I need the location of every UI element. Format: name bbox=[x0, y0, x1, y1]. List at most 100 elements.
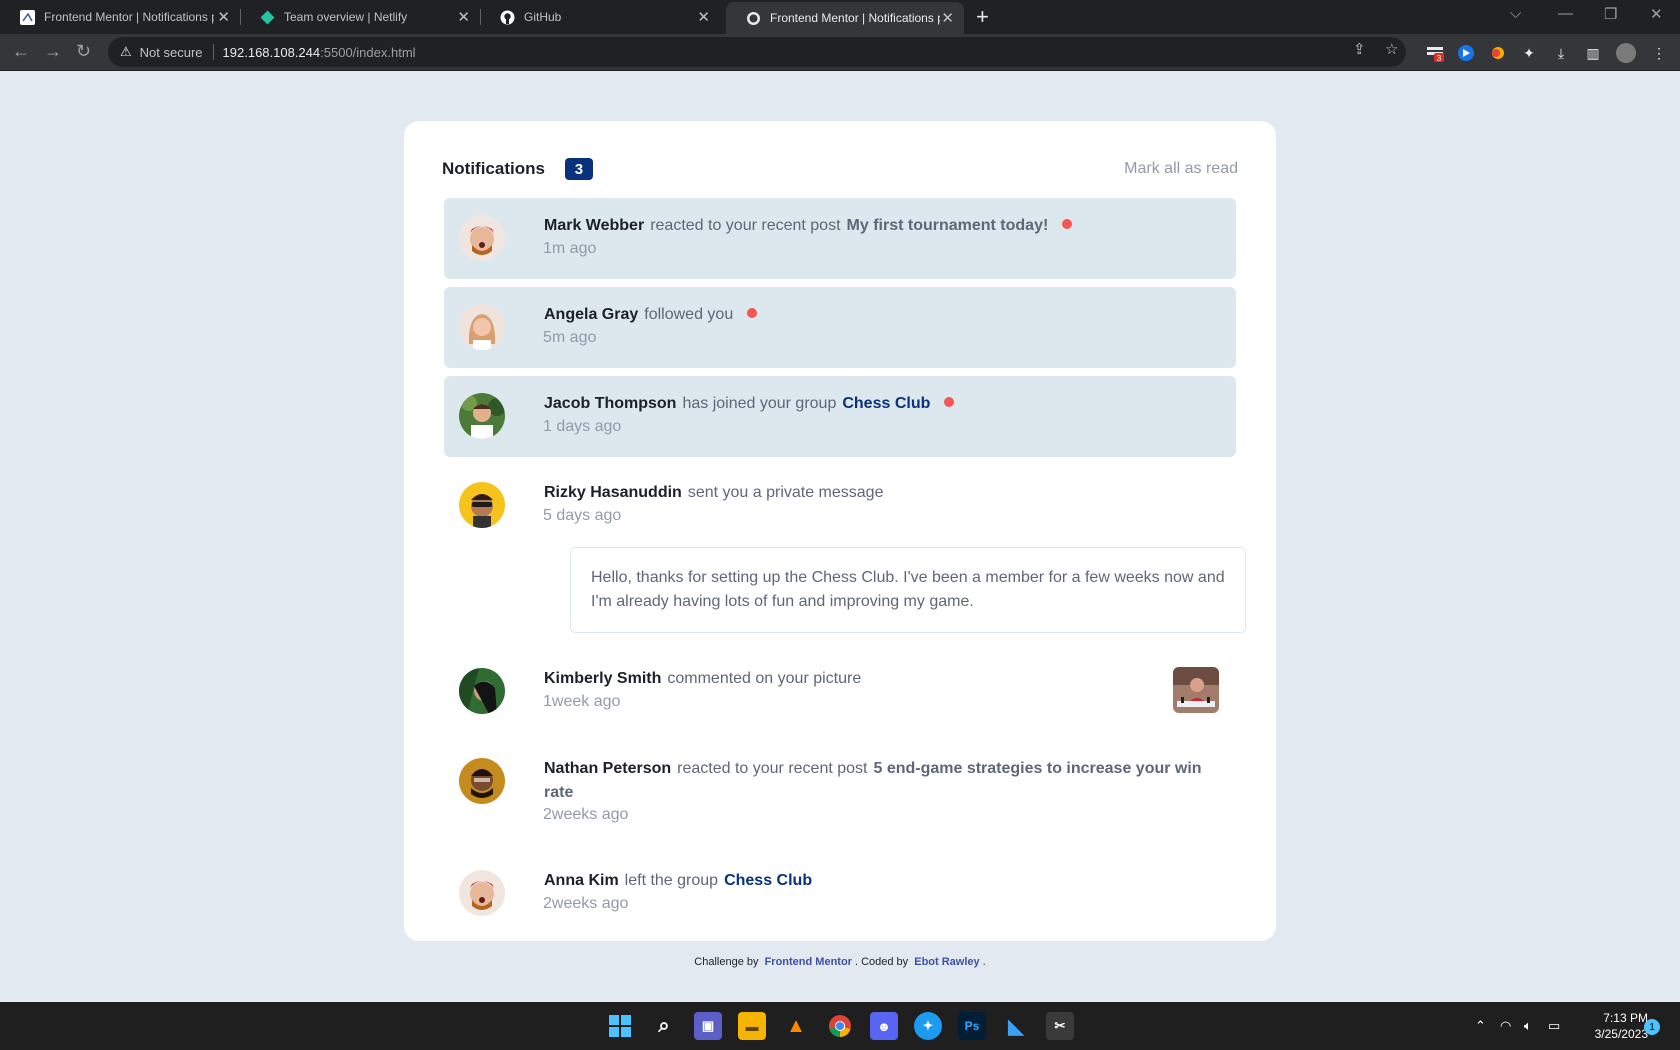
share-icon[interactable]: ⇪ bbox=[1353, 40, 1366, 58]
notification-action: followed you bbox=[644, 306, 734, 323]
photoshop-icon[interactable]: Ps bbox=[958, 1012, 986, 1040]
notification-item[interactable]: Angela Gray followed you 5m ago bbox=[444, 287, 1236, 368]
show-hidden-icons[interactable]: ⌃ bbox=[1475, 1018, 1486, 1034]
notification-item[interactable]: Jacob Thompson has joined your group Chess… bbox=[444, 376, 1236, 457]
tab-frontend-mentor-1[interactable]: Frontend Mentor | Notifications p ✕ bbox=[0, 0, 240, 34]
notification-item[interactable]: Nathan Peterson reacted to your recent po… bbox=[444, 741, 1236, 845]
notification-text: Kimberly Smith commented on your picture bbox=[544, 667, 1206, 691]
notification-time: 1week ago bbox=[543, 693, 621, 710]
window-close-icon[interactable]: ✕ bbox=[1650, 5, 1663, 23]
discord-icon[interactable]: ☻ bbox=[870, 1012, 898, 1040]
user-name[interactable]: Nathan Peterson bbox=[544, 760, 671, 777]
notification-action: sent you a private message bbox=[687, 484, 884, 501]
user-name[interactable]: Angela Gray bbox=[544, 306, 638, 323]
tab-title: GitHub bbox=[524, 10, 562, 24]
footer-text: . Coded by bbox=[854, 956, 909, 968]
avatar[interactable] bbox=[459, 482, 505, 528]
group-link[interactable]: Chess Club bbox=[842, 395, 930, 412]
private-message[interactable]: Hello, thanks for setting up the Chess C… bbox=[570, 547, 1246, 633]
notification-time: 2weeks ago bbox=[543, 806, 629, 823]
post-link[interactable]: My first tournament today! bbox=[847, 217, 1049, 234]
author-link[interactable]: Ebot Rawley bbox=[914, 956, 979, 968]
extension-icon[interactable]: 3 bbox=[1426, 44, 1444, 62]
notification-action: reacted to your recent post bbox=[650, 217, 841, 234]
notification-action: left the group bbox=[624, 872, 719, 889]
close-icon[interactable]: ✕ bbox=[697, 8, 710, 26]
tab-title: Frontend Mentor | Notifications p bbox=[770, 11, 940, 25]
menu-icon[interactable]: ⋮ bbox=[1650, 44, 1668, 62]
url-host: 192.168.108.244 bbox=[222, 44, 321, 60]
user-name[interactable]: Anna Kim bbox=[544, 872, 619, 889]
clock-time: 7:13 PM bbox=[1603, 1011, 1648, 1025]
notification-item[interactable]: Rizky Hasanuddin sent you a private messa… bbox=[444, 465, 1246, 652]
avatar[interactable] bbox=[459, 668, 505, 714]
system-clock[interactable]: 7:13 PM 3/25/2023 bbox=[1578, 1010, 1648, 1042]
minimize-icon[interactable]: — bbox=[1558, 5, 1573, 22]
extension-icon[interactable] bbox=[1457, 44, 1475, 62]
volume-icon[interactable]: 🔈︎ bbox=[1524, 1018, 1532, 1034]
side-panel-icon[interactable]: ▥ bbox=[1584, 44, 1602, 62]
notification-item[interactable]: Mark Webber reacted to your recent post My… bbox=[444, 198, 1236, 279]
teams-chat-icon[interactable]: ▣ bbox=[694, 1012, 722, 1040]
frontend-mentor-icon bbox=[20, 9, 35, 25]
warning-icon[interactable]: ⚠ bbox=[120, 44, 132, 60]
tab-frontend-mentor-active[interactable]: Frontend Mentor | Notifications p ✕ bbox=[726, 2, 964, 34]
frontend-mentor-link[interactable]: Frontend Mentor bbox=[765, 956, 852, 968]
avatar[interactable] bbox=[459, 758, 505, 804]
notification-text: Nathan Peterson reacted to your recent po… bbox=[544, 757, 1206, 805]
footer-text: . bbox=[982, 956, 986, 968]
avatar[interactable] bbox=[459, 304, 505, 350]
user-name[interactable]: Mark Webber bbox=[544, 217, 644, 234]
download-icon[interactable]: ⤓ bbox=[1552, 44, 1570, 62]
user-name[interactable]: Kimberly Smith bbox=[544, 670, 661, 687]
bookmark-star-icon[interactable]: ☆ bbox=[1385, 40, 1398, 58]
vscode-icon[interactable]: ◣ bbox=[1002, 1012, 1030, 1040]
group-link[interactable]: Chess Club bbox=[724, 872, 812, 889]
file-explorer-icon[interactable]: ▬ bbox=[738, 1012, 766, 1040]
address-bar[interactable]: ⚠ Not secure 192.168.108.244 :5500/index… bbox=[108, 37, 1406, 67]
new-tab-button[interactable]: + bbox=[976, 4, 989, 30]
notification-text: Anna Kim left the group Chess Club bbox=[544, 869, 1206, 893]
notification-item[interactable]: Anna Kim left the group Chess Club 2weeks … bbox=[444, 853, 1236, 934]
notification-action: has joined your group bbox=[682, 395, 837, 412]
user-name[interactable]: Rizky Hasanuddin bbox=[544, 484, 682, 501]
extension-icon[interactable] bbox=[1489, 44, 1507, 62]
security-status[interactable]: Not secure bbox=[140, 45, 203, 60]
chrome-icon[interactable] bbox=[826, 1012, 854, 1040]
notification-item[interactable]: Kimberly Smith commented on your picture … bbox=[444, 651, 1236, 732]
notification-action: reacted to your recent post bbox=[677, 760, 868, 777]
back-icon[interactable]: ← bbox=[12, 41, 30, 62]
tab-github[interactable]: GitHub ✕ bbox=[480, 0, 720, 34]
reload-icon[interactable]: ↻ bbox=[76, 41, 91, 62]
close-icon[interactable]: ✕ bbox=[941, 9, 954, 27]
tab-title: Frontend Mentor | Notifications p bbox=[44, 10, 214, 24]
forward-icon[interactable]: → bbox=[44, 41, 62, 62]
notifications-header: Notifications 3 Mark all as read bbox=[442, 155, 1238, 183]
unread-dot bbox=[747, 308, 758, 318]
puzzle-icon[interactable]: ✦ bbox=[1520, 44, 1538, 62]
close-icon[interactable]: ✕ bbox=[457, 8, 470, 26]
wifi-icon[interactable]: ◠ bbox=[1500, 1018, 1511, 1034]
notification-center-badge[interactable]: 1 bbox=[1644, 1019, 1660, 1035]
attribution-footer: Challenge by Frontend Mentor. Coded by E… bbox=[0, 956, 1680, 968]
restore-icon[interactable]: ❐ bbox=[1604, 5, 1617, 23]
unread-count-badge: 3 bbox=[564, 158, 593, 180]
notification-text: Angela Gray followed you bbox=[544, 303, 1206, 327]
battery-icon[interactable]: ▭ bbox=[1548, 1018, 1560, 1034]
windows-start-icon[interactable] bbox=[606, 1012, 634, 1040]
notification-time: 5m ago bbox=[543, 329, 597, 346]
tab-netlify[interactable]: Team overview | Netlify ✕ bbox=[240, 0, 480, 34]
mark-all-as-read-button[interactable]: Mark all as read bbox=[1124, 160, 1238, 178]
user-name[interactable]: Jacob Thompson bbox=[544, 395, 676, 412]
profile-avatar[interactable] bbox=[1616, 43, 1636, 63]
avatar[interactable] bbox=[459, 393, 505, 439]
search-icon[interactable]: ⌕ bbox=[650, 1012, 678, 1040]
tab-search-icon[interactable]: ⌵ bbox=[1510, 5, 1521, 22]
avatar[interactable] bbox=[459, 215, 505, 261]
close-icon[interactable]: ✕ bbox=[217, 8, 230, 26]
commented-picture[interactable] bbox=[1173, 667, 1219, 713]
vlc-icon[interactable]: ▲ bbox=[782, 1012, 810, 1040]
twitter-icon[interactable]: ✦ bbox=[914, 1012, 942, 1040]
snipping-tool-icon[interactable]: ✂ bbox=[1046, 1012, 1074, 1040]
avatar[interactable] bbox=[459, 870, 505, 916]
